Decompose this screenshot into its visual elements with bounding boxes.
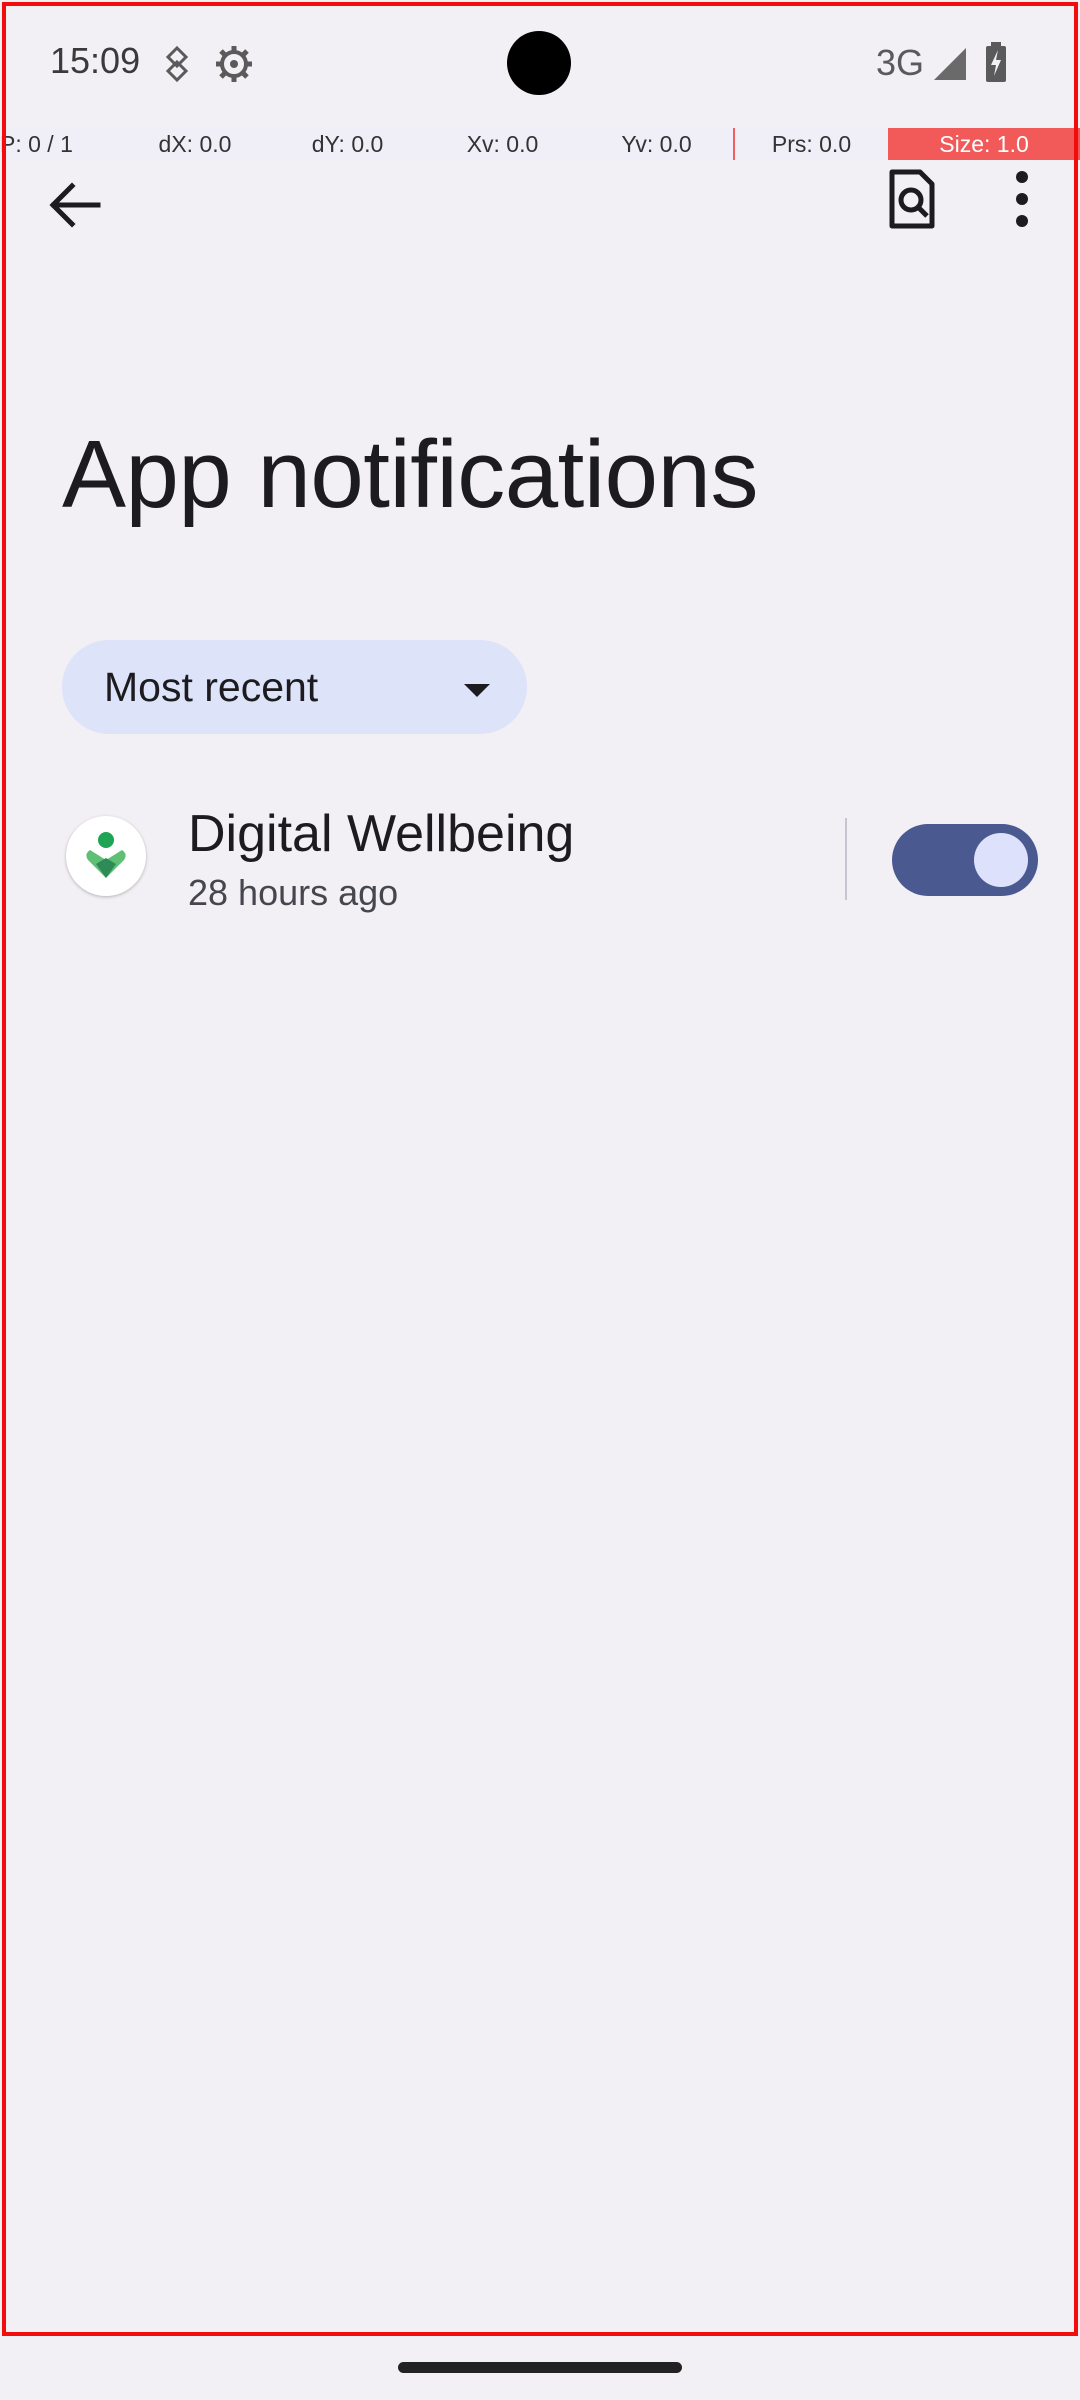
page-title: App notifications xyxy=(62,421,758,528)
pointer-count: P: 0 / 1 xyxy=(0,131,73,157)
pointer-dx: dX: 0.0 xyxy=(158,131,232,157)
network-type: 3G xyxy=(876,42,925,83)
status-bar: 15:09 3G xyxy=(0,0,1080,126)
pointer-yv: Yv: 0.0 xyxy=(621,131,692,157)
pointer-dy: dY: 0.0 xyxy=(311,131,384,157)
app-name: Digital Wellbeing xyxy=(188,805,575,863)
data-saver-icon xyxy=(165,46,189,82)
more-vert-icon[interactable] xyxy=(992,164,1052,234)
gesture-nav-handle[interactable] xyxy=(398,2362,682,2373)
pointer-location-overlay: P: 0 / 1 dX: 0.0 dY: 0.0 Xv: 0.0 Yv: 0.0… xyxy=(0,128,1080,160)
row-divider xyxy=(845,818,847,900)
debug-border xyxy=(2,2,1078,2336)
dropdown-arrow-icon xyxy=(464,684,490,697)
pointer-xv: Xv: 0.0 xyxy=(466,131,539,157)
pointer-size: Size: 1.0 xyxy=(888,128,1080,160)
settings-gear-icon xyxy=(216,46,252,82)
screen: 15:09 3G P: 0 / 1 dX: 0.0 dY: 0.0 Xv: 0.… xyxy=(0,0,1080,2400)
notification-toggle[interactable] xyxy=(892,824,1038,896)
search-settings-icon[interactable] xyxy=(876,164,946,234)
back-arrow-icon[interactable] xyxy=(40,170,110,240)
sort-selected-label: Most recent xyxy=(104,664,319,710)
app-row-digital-wellbeing[interactable]: Digital Wellbeing 28 hours ago xyxy=(0,790,1080,930)
app-last-notification-time: 28 hours ago xyxy=(188,872,399,913)
toggle-thumb xyxy=(974,833,1028,887)
signal-icon xyxy=(934,48,966,80)
camera-cutout xyxy=(507,31,571,95)
digital-wellbeing-icon xyxy=(66,816,146,896)
sort-dropdown[interactable]: Most recent xyxy=(62,640,527,734)
battery-charging-icon xyxy=(986,42,1006,82)
status-time: 15:09 xyxy=(50,40,141,81)
pointer-pressure: Prs: 0.0 xyxy=(733,128,888,160)
